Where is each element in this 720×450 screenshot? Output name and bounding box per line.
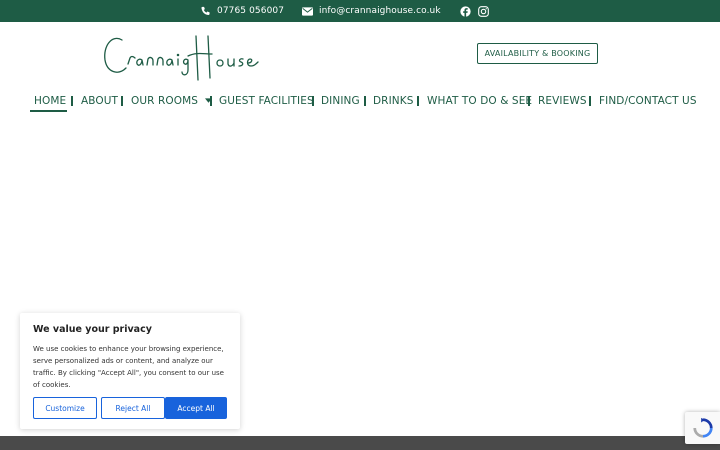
logo-wordmark — [104, 35, 259, 81]
recaptcha-badge[interactable] — [685, 412, 720, 444]
availability-booking-button[interactable]: AVAILABILITY & BOOKING — [477, 43, 598, 64]
nav-item-drinks[interactable]: DRINKS — [373, 95, 413, 107]
nav-divider — [210, 96, 212, 106]
footer-strip — [0, 436, 720, 450]
active-nav-indicator — [30, 110, 67, 112]
facebook-icon — [460, 5, 471, 17]
phone-link[interactable]: 07765 056007 — [200, 0, 284, 22]
nav-item-our-rooms-label: OUR ROOMS — [131, 95, 199, 107]
accept-all-button[interactable]: Accept All — [165, 397, 227, 419]
nav-divider — [312, 96, 314, 106]
recaptcha-icon — [692, 417, 713, 438]
nav-divider — [121, 96, 123, 106]
nav-item-find-contact[interactable]: FIND/CONTACT US — [599, 95, 697, 107]
nav-item-about[interactable]: ABOUT — [81, 95, 118, 107]
instagram-icon — [478, 5, 489, 17]
nav-item-home[interactable]: HOME — [34, 95, 66, 107]
nav-item-guest-facilities[interactable]: GUEST FACILITIES — [219, 95, 314, 107]
nav-divider — [71, 96, 73, 106]
nav-item-reviews[interactable]: REVIEWS — [538, 95, 587, 107]
envelope-icon — [302, 6, 313, 16]
nav-item-our-rooms[interactable]: OUR ROOMS — [131, 95, 212, 107]
cookie-title: We value your privacy — [33, 324, 152, 335]
nav-divider — [589, 96, 591, 106]
nav-item-dining[interactable]: DINING — [321, 95, 360, 107]
top-contact-bar: 07765 056007 info@crannaighouse.co.uk — [0, 0, 720, 22]
customize-button[interactable]: Customize — [33, 397, 97, 419]
phone-number: 07765 056007 — [217, 6, 285, 16]
cookie-message: We use cookies to enhance your browsing … — [33, 345, 224, 389]
nav-divider — [364, 96, 366, 106]
email-address: info@crannaighouse.co.uk — [319, 6, 441, 16]
instagram-link[interactable] — [478, 0, 489, 22]
facebook-link[interactable] — [460, 0, 471, 22]
email-link[interactable]: info@crannaighouse.co.uk — [302, 0, 441, 22]
main-navigation: HOME ABOUT OUR ROOMS GUEST FACILITIES DI… — [0, 92, 720, 112]
phone-icon — [201, 6, 210, 15]
nav-divider — [417, 96, 419, 106]
reject-all-button[interactable]: Reject All — [101, 397, 165, 419]
nav-item-what-to-do[interactable]: WHAT TO DO & SEE — [427, 95, 532, 107]
nav-divider — [528, 96, 530, 106]
cookie-consent-banner: We value your privacy We use cookies to … — [20, 313, 240, 429]
site-logo[interactable] — [100, 30, 265, 82]
